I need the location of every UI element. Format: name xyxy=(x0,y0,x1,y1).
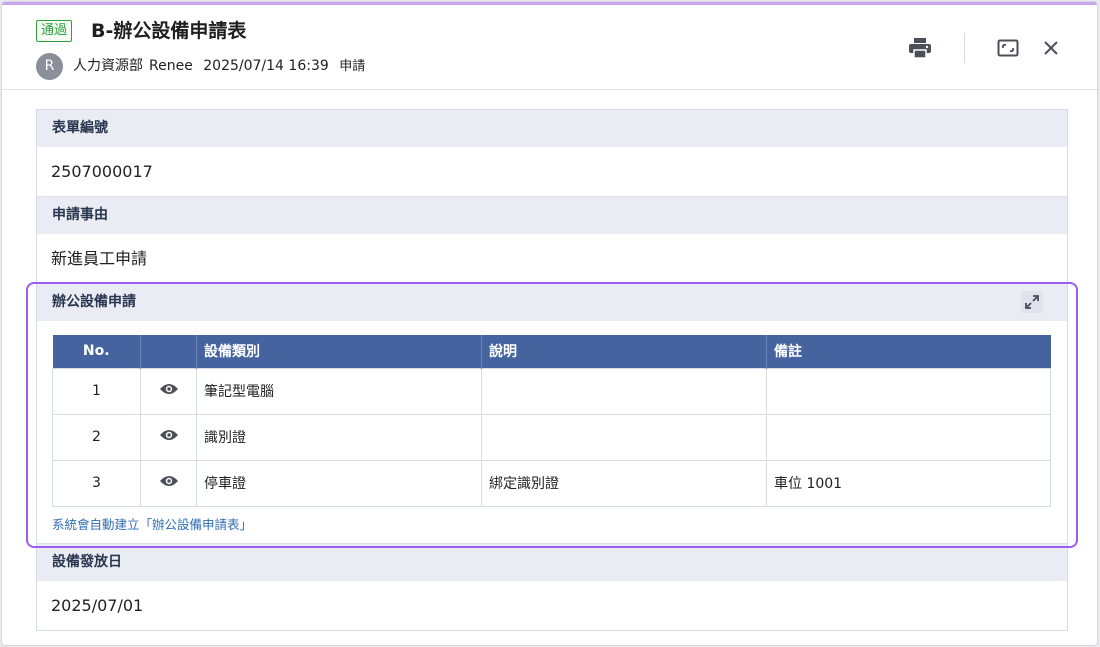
column-header-description: 說明 xyxy=(481,335,767,368)
eye-icon xyxy=(159,476,178,486)
user-name: Renee xyxy=(149,58,193,74)
eye-icon xyxy=(159,384,178,394)
column-header-type: 設備類別 xyxy=(196,335,482,368)
department-label: 人力資源部 xyxy=(73,58,143,74)
submit-datetime: 2025/07/14 16:39 xyxy=(203,58,329,74)
equipment-description xyxy=(481,367,767,415)
form-no-label: 表單編號 xyxy=(37,110,1067,147)
view-button[interactable] xyxy=(140,367,197,415)
table-header-row: No. 設備類別 說明 備註 xyxy=(52,335,1051,368)
equipment-remark xyxy=(766,413,1051,461)
row-no: 3 xyxy=(52,459,141,507)
auto-create-note-link[interactable]: 系統會自動建立「辦公設備申請表」 xyxy=(52,514,252,533)
equipment-remark: 車位 1001 xyxy=(766,459,1051,507)
equipment-description: 綁定識別證 xyxy=(481,459,767,507)
avatar: R xyxy=(36,53,63,80)
view-button[interactable] xyxy=(140,413,197,461)
view-button[interactable] xyxy=(140,459,197,507)
header-divider xyxy=(964,33,965,63)
row-no: 2 xyxy=(52,413,141,461)
column-header-remark: 備註 xyxy=(766,335,1051,368)
eye-icon xyxy=(159,430,178,440)
maximize-button[interactable] xyxy=(995,35,1021,61)
close-icon xyxy=(1044,41,1058,55)
applicant-info: 人力資源部 Renee 2025/07/14 16:39 申請 xyxy=(73,55,371,78)
form-dialog: 通過 B-辦公設備申請表 R 人力資源部 Renee 2025/07/14 16:… xyxy=(1,1,1098,646)
equipment-type: 筆記型電腦 xyxy=(196,367,482,415)
status-badge: 通過 xyxy=(36,20,73,42)
table-row: 3 停車證 綁定識別證 車位 1001 xyxy=(52,459,1051,507)
dialog-header: 通過 B-辦公設備申請表 R 人力資源部 Renee 2025/07/14 16:… xyxy=(2,5,1097,90)
print-button[interactable] xyxy=(907,35,933,61)
action-label: 申請 xyxy=(339,59,366,74)
maximize-icon xyxy=(997,39,1019,57)
equipment-table: No. 設備類別 說明 備註 1 筆記型電腦 2 識別證 3 停車證 綁定識別證… xyxy=(52,335,1051,507)
form-no-value: 2507000017 xyxy=(37,147,1067,197)
equipment-remark xyxy=(766,367,1051,415)
equipment-type: 停車證 xyxy=(196,459,482,507)
equipment-label: 辦公設備申請 xyxy=(37,284,1067,321)
reason-label: 申請事由 xyxy=(37,197,1067,234)
column-header-view xyxy=(140,335,197,368)
table-row: 1 筆記型電腦 xyxy=(52,367,1051,415)
close-button[interactable] xyxy=(1038,35,1064,61)
printer-icon xyxy=(909,38,931,58)
expand-button[interactable] xyxy=(1021,291,1043,313)
equipment-description xyxy=(481,413,767,461)
issue-date-value: 2025/07/01 xyxy=(51,596,144,615)
row-no: 1 xyxy=(52,367,141,415)
expand-icon xyxy=(1025,295,1039,309)
reason-value: 新進員工申請 xyxy=(37,234,1067,284)
equipment-section: 辦公設備申請 No. 設備類別 說明 備註 1 筆記型電腦 2 識別證 3 停車… xyxy=(37,284,1067,544)
issue-date-label: 設備發放日 xyxy=(37,544,1067,581)
column-header-no: No. xyxy=(52,335,141,368)
equipment-type: 識別證 xyxy=(196,413,482,461)
page-title: B-辦公設備申請表 xyxy=(91,20,247,42)
table-row: 2 識別證 xyxy=(52,413,1051,461)
form-content: 表單編號 2507000017 申請事由 新進員工申請 辦公設備申請 No. 設… xyxy=(36,109,1068,631)
